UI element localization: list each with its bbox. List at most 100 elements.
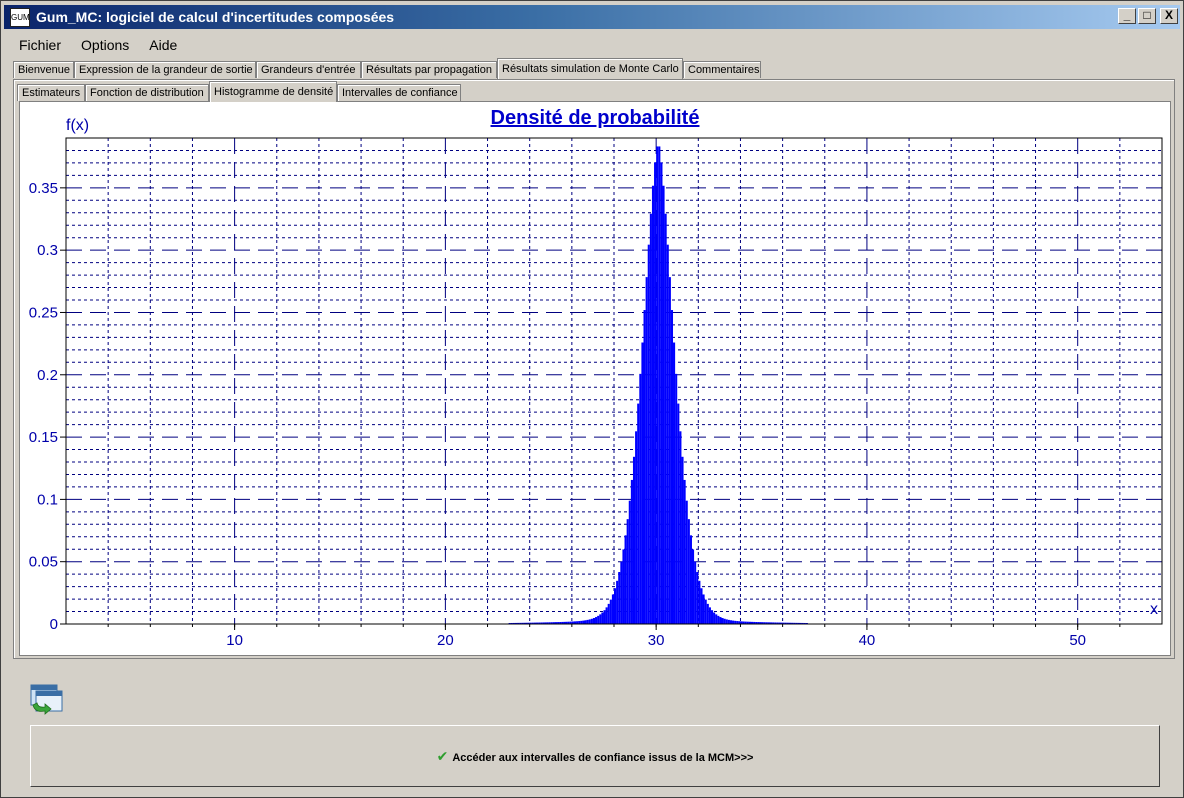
x-tick-label: 50 <box>1069 632 1086 649</box>
histogram-bar <box>666 244 669 624</box>
histogram-bar <box>590 618 593 624</box>
histogram-bar <box>713 612 716 624</box>
histogram-bar <box>675 373 678 624</box>
y-tick-label: 0.05 <box>29 554 58 571</box>
histogram-bar <box>715 614 718 624</box>
histogram-bar <box>632 456 636 624</box>
tab-resultats-propagation[interactable]: Résultats par propagation <box>361 61 497 78</box>
tab-expression-sortie[interactable]: Expression de la grandeur de sortie <box>74 61 256 78</box>
histogram-bar <box>586 619 589 624</box>
histogram-bar <box>694 561 697 624</box>
histogram-bar <box>641 342 644 624</box>
histogram-bar <box>628 500 631 624</box>
subtab-intervalles-confiance[interactable]: Intervalles de confiance <box>337 84 461 101</box>
histogram-bar <box>599 614 602 624</box>
access-confidence-intervals-button[interactable]: ✔ Accéder aux intervalles de confiance is… <box>30 725 1160 787</box>
histogram-bar <box>702 594 705 624</box>
histogram-bar <box>588 619 591 624</box>
menu-bar: Fichier Options Aide <box>9 35 187 55</box>
x-axis-label: x <box>1150 601 1158 618</box>
y-tick-label: 0 <box>50 616 58 633</box>
maximize-button[interactable]: □ <box>1138 8 1156 24</box>
histogram-bar <box>616 580 619 624</box>
histogram-bar <box>677 403 680 624</box>
histogram-bar <box>603 610 606 624</box>
histogram-bar <box>721 618 724 624</box>
check-icon: ✔ <box>436 748 449 764</box>
subtab-fonction-distribution[interactable]: Fonction de distribution <box>85 84 209 101</box>
x-tick-label: 40 <box>859 632 876 649</box>
menu-fichier[interactable]: Fichier <box>9 35 71 55</box>
histogram-bar <box>719 617 722 624</box>
histogram-bar <box>717 615 720 624</box>
histogram-bar <box>700 588 703 624</box>
histogram-bar <box>710 610 714 624</box>
tab-grandeurs-entree[interactable]: Grandeurs d'entrée <box>256 61 361 78</box>
histogram-bar <box>595 617 598 624</box>
histogram-bar <box>708 607 711 624</box>
y-tick-label: 0.35 <box>29 180 58 197</box>
chart-title: Densité de probabilité <box>491 107 700 129</box>
histogram-bar <box>630 479 633 624</box>
histogram-bar <box>622 549 625 624</box>
menu-options[interactable]: Options <box>71 35 139 55</box>
density-histogram-svg: 0 0.05 0.1 0.15 0.2 0.25 0.3 0.35 10 20 30 40 50 Dens… <box>29 107 1163 649</box>
menu-aide[interactable]: Aide <box>139 35 187 55</box>
histogram-bar <box>656 146 659 624</box>
histogram-bar <box>639 373 642 624</box>
histogram-bar <box>727 619 730 624</box>
minimize-button[interactable]: _ <box>1118 8 1136 24</box>
histogram-bar <box>664 213 667 624</box>
histogram-bar <box>725 619 728 624</box>
subtab-estimateurs[interactable]: Estimateurs <box>17 84 85 101</box>
histogram-bar <box>689 535 692 624</box>
y-axis-label: f(x) <box>66 117 89 134</box>
subtab-histogramme-densite[interactable]: Histogramme de densité <box>209 81 337 102</box>
histogram-bar <box>637 403 640 624</box>
histogram-bar <box>732 620 735 624</box>
histogram-bar <box>698 580 701 624</box>
main-tab-bar: Bienvenue Expression de la grandeur de s… <box>13 58 1173 79</box>
export-icon[interactable] <box>29 683 63 715</box>
histogram-bar <box>651 185 655 624</box>
tab-bienvenue[interactable]: Bienvenue <box>13 61 74 78</box>
histogram-bar <box>660 162 663 624</box>
density-chart: 0 0.05 0.1 0.15 0.2 0.25 0.3 0.35 10 20 30 40 50 Dens… <box>19 101 1171 656</box>
histogram-bar <box>696 571 699 624</box>
histogram-bar <box>605 607 608 624</box>
histogram-bar <box>626 519 629 624</box>
histogram-bar <box>635 431 638 624</box>
histogram-bar <box>611 594 614 624</box>
histogram-bar <box>723 618 726 624</box>
histogram-bar <box>620 561 623 624</box>
title-bar[interactable]: GUM Gum_MC: logiciel de calcul d'incerti… <box>4 5 1180 29</box>
histogram-bar <box>706 603 709 624</box>
y-tick-label: 0.15 <box>29 429 58 446</box>
histogram-bar <box>654 162 657 624</box>
y-tick-label: 0.2 <box>37 367 58 384</box>
histogram-bar <box>643 310 646 624</box>
tab-commentaires[interactable]: Commentaires <box>683 61 761 78</box>
histogram-bar <box>624 535 627 624</box>
histogram-bar <box>601 612 604 624</box>
app-icon: GUM <box>10 8 30 27</box>
histogram-bar <box>658 146 661 624</box>
histogram-bar <box>681 456 684 624</box>
x-tick-label: 20 <box>437 632 454 649</box>
histogram-bar <box>582 620 585 624</box>
y-tick-label: 0.25 <box>29 304 58 321</box>
histogram-bar <box>679 431 682 624</box>
histogram-bar <box>673 342 676 624</box>
main-window: GUM Gum_MC: logiciel de calcul d'incerti… <box>0 0 1184 798</box>
access-button-label: Accéder aux intervalles de confiance iss… <box>452 752 754 764</box>
x-tick-label: 10 <box>226 632 243 649</box>
histogram-bar <box>607 603 610 624</box>
histogram-bar <box>584 620 587 624</box>
close-button[interactable]: X <box>1160 8 1178 24</box>
histogram-bar <box>647 244 650 624</box>
histogram-bar <box>614 588 617 624</box>
histogram-bar <box>645 277 648 624</box>
histogram-bar <box>662 185 665 624</box>
tab-resultats-monte-carlo[interactable]: Résultats simulation de Monte Carlo <box>497 58 683 79</box>
histogram-bar <box>687 519 690 624</box>
